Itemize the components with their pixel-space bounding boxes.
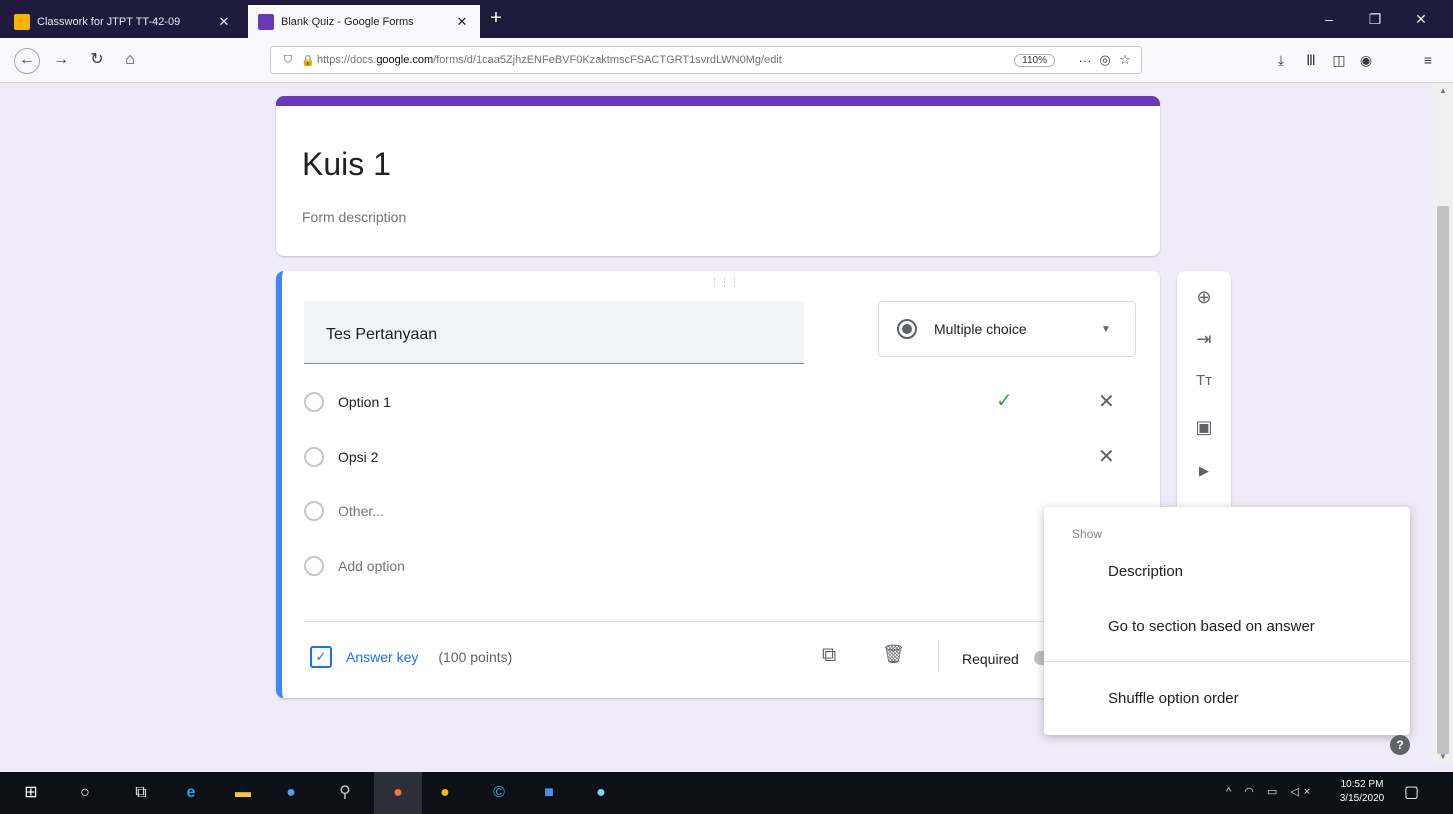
system-clock[interactable]: 10:52 PM 3/15/2020 (1334, 778, 1390, 806)
scroll-up-icon[interactable]: ▲ (1437, 86, 1449, 95)
drag-handle-icon[interactable]: ⋮⋮⋮ (710, 277, 740, 288)
tab-classwork[interactable]: Classwork for JTPT TT-42-09 ✕ (4, 5, 242, 38)
form-description-field[interactable]: Form description (302, 209, 406, 225)
radio-circle-icon (304, 556, 324, 576)
minimize-icon[interactable]: – (1318, 8, 1340, 30)
windows-start-icon[interactable]: ⊞ (18, 780, 44, 806)
browser-titlebar: Classwork for JTPT TT-42-09 ✕ Blank Quiz… (0, 0, 1453, 38)
windows-taskbar: ⊞ ○ ⧉ e ▬ ● ⚲ ● ● © ■ ● ^ ◠ ▭ ◁× 10:52 P… (0, 772, 1453, 814)
form-title-card: Kuis 1 Form description (276, 96, 1160, 256)
answer-key-button[interactable]: ✓ Answer key (100 points) (310, 646, 512, 668)
chevron-down-icon: ▼ (1101, 323, 1111, 335)
question-card[interactable]: ⋮⋮⋮ Tes Pertanyaan Multiple choice ▼ Opt… (276, 271, 1160, 698)
system-tray-icons[interactable]: ^ ◠ ▭ ◁× (1226, 785, 1315, 798)
edge-icon[interactable]: e (178, 780, 204, 806)
app-icon[interactable]: ● (278, 780, 304, 806)
notification-center-icon[interactable]: ▢ (1404, 782, 1419, 802)
url-text[interactable]: https://docs.google.com/forms/d/1caa5Zjh… (317, 54, 1014, 66)
clock-date: 3/15/2020 (1339, 793, 1385, 804)
menu-item-description[interactable]: Description (1108, 563, 1183, 580)
side-toolbar: ⊕ ⇥ Tт ▣ ▶ (1177, 271, 1231, 516)
add-option-label[interactable]: Add option (338, 558, 1124, 574)
chrome-icon[interactable]: ● (432, 780, 458, 806)
pocket-icon[interactable]: ◎ (1095, 52, 1115, 68)
footer-vertical-divider (938, 640, 939, 672)
other-option-row[interactable]: Other... (304, 496, 1124, 526)
maximize-icon[interactable]: ❐ (1364, 8, 1386, 30)
correct-answer-check-icon: ✓ (996, 390, 1013, 412)
duplicate-icon[interactable]: ⧉ (822, 644, 836, 667)
menu-divider (1044, 661, 1410, 662)
tab-close-icon[interactable]: ✕ (216, 14, 232, 30)
url-bar[interactable]: ⛉ 🔒 https://docs.google.com/forms/d/1caa… (270, 46, 1142, 74)
help-icon[interactable]: ? (1390, 735, 1410, 755)
clock-time: 10:52 PM (1340, 779, 1384, 790)
option-row[interactable]: Opsi 2 (304, 442, 1124, 472)
hamburger-menu-icon[interactable]: ≡ (1417, 48, 1439, 72)
home-icon[interactable]: ⌂ (117, 48, 143, 74)
remove-option-close-icon[interactable]: ✕ (1098, 389, 1115, 414)
network-app-icon[interactable]: ⚲ (332, 780, 358, 806)
question-type-label: Multiple choice (934, 321, 1027, 337)
add-option-row[interactable]: Add option (304, 551, 1124, 581)
trash-icon[interactable]: 🗑 (882, 644, 905, 665)
more-options-menu: Show Description Go to section based on … (1044, 507, 1410, 735)
question-title-input[interactable]: Tes Pertanyaan (304, 301, 804, 364)
download-icon[interactable]: ⤓ (1270, 48, 1292, 72)
zoom-level-badge[interactable]: 110% (1014, 53, 1055, 67)
menu-section-header: Show (1072, 527, 1103, 541)
account-icon[interactable]: ◉ (1355, 48, 1377, 72)
file-explorer-icon[interactable]: ▬ (230, 780, 256, 806)
scroll-down-icon[interactable]: ▼ (1437, 752, 1449, 761)
add-image-icon[interactable]: ▣ (1190, 413, 1218, 441)
forms-favicon-icon (258, 13, 274, 30)
tab-title: Blank Quiz - Google Forms (281, 15, 414, 28)
question-type-dropdown[interactable]: Multiple choice ▼ (878, 301, 1136, 357)
task-view-icon[interactable]: ⧉ (128, 780, 154, 806)
reload-icon[interactable]: ↻ (84, 48, 110, 74)
close-window-icon[interactable]: ✕ (1410, 8, 1432, 30)
word-icon[interactable]: ■ (536, 780, 562, 806)
points-label: (100 points) (438, 649, 513, 665)
sidebar-icon[interactable]: ◫ (1328, 48, 1350, 72)
search-icon[interactable]: ○ (72, 780, 98, 806)
tab-close-icon[interactable]: ✕ (454, 14, 470, 30)
radio-circle-icon (304, 392, 324, 412)
tracking-protection-icon[interactable]: ⛉ (277, 54, 299, 67)
radio-circle-icon (304, 447, 324, 467)
forward-icon[interactable]: → (48, 48, 74, 74)
other-option-label[interactable]: Other... (338, 503, 1124, 519)
tab-google-forms[interactable]: Blank Quiz - Google Forms ✕ (248, 5, 480, 38)
radio-button-icon (897, 319, 917, 339)
lock-icon[interactable]: 🔒 (299, 54, 317, 67)
question-title-text: Tes Pertanyaan (326, 326, 438, 343)
back-icon[interactable]: ← (14, 48, 40, 74)
add-question-icon[interactable]: ⊕ (1190, 283, 1218, 311)
card-footer-divider (304, 621, 1152, 622)
menu-item-shuffle-options[interactable]: Shuffle option order (1108, 690, 1239, 707)
app-icon[interactable]: ● (588, 780, 614, 806)
answer-key-checkbox-icon: ✓ (310, 646, 332, 668)
firefox-icon[interactable]: ● (385, 780, 411, 806)
bookmark-star-icon[interactable]: ☆ (1115, 52, 1135, 68)
tab-title: Classwork for JTPT TT-42-09 (37, 15, 181, 28)
add-video-icon[interactable]: ▶ (1190, 457, 1218, 485)
option-label[interactable]: Opsi 2 (338, 449, 1124, 465)
classroom-favicon-icon (14, 13, 30, 30)
page-actions-icon[interactable]: ··· (1075, 53, 1095, 68)
menu-item-go-to-section[interactable]: Go to section based on answer (1108, 618, 1315, 635)
scrollbar-thumb[interactable] (1437, 206, 1449, 754)
radio-circle-icon (304, 501, 324, 521)
copyright-app-icon[interactable]: © (486, 780, 512, 806)
vertical-scrollbar[interactable]: ▲ ▼ (1433, 84, 1453, 764)
library-icon[interactable]: Ⅲ (1300, 48, 1322, 72)
remove-option-close-icon[interactable]: ✕ (1098, 444, 1115, 469)
add-title-text-icon[interactable]: Tт (1190, 367, 1218, 395)
form-title[interactable]: Kuis 1 (302, 146, 391, 183)
required-label: Required (962, 651, 1019, 667)
answer-key-label: Answer key (346, 649, 419, 665)
import-questions-icon[interactable]: ⇥ (1190, 325, 1218, 353)
new-tab-button[interactable]: + (484, 7, 508, 31)
